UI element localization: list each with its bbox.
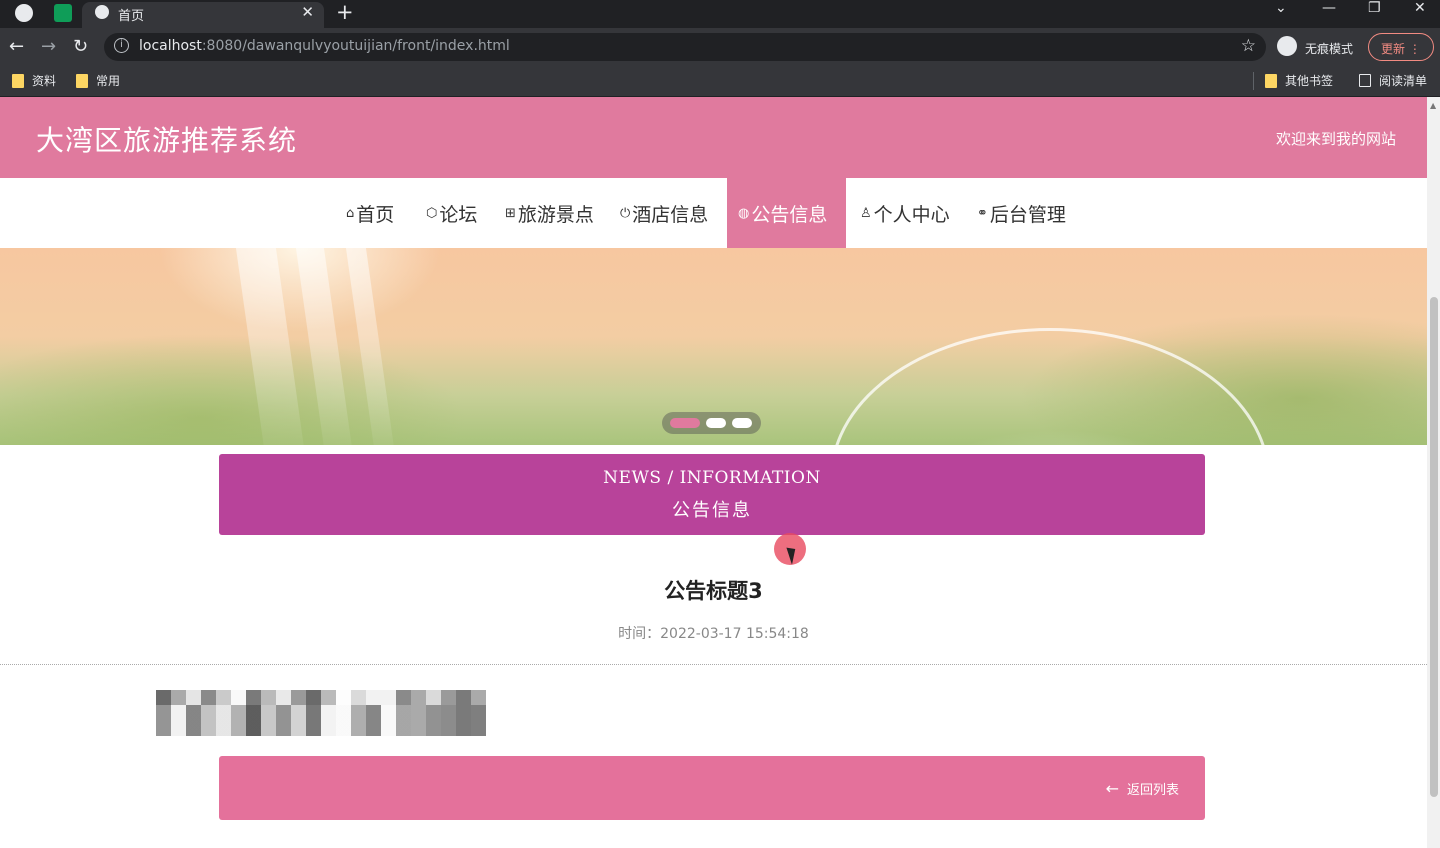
back-arrow-icon[interactable]: ← bbox=[9, 36, 24, 57]
url-text[interactable]: localhost:8080/dawanqulvyoutuijian/front… bbox=[139, 38, 510, 54]
bookmark-folder-changyong[interactable]: 常用 bbox=[76, 72, 120, 89]
nav-item-home[interactable]: ⌂ 首页 bbox=[346, 178, 394, 248]
folder-icon bbox=[1265, 73, 1277, 88]
gift-icon: ⊞ bbox=[505, 206, 516, 221]
reload-icon[interactable]: ↻ bbox=[73, 36, 88, 57]
announcement-time: 时间：2022-03-17 15:54:18 bbox=[618, 626, 809, 642]
browser-tab-active[interactable]: 首页 ✕ bbox=[82, 2, 324, 28]
banner-bubble bbox=[830, 328, 1270, 445]
site-title[interactable]: 大湾区旅游推荐系统 bbox=[36, 119, 297, 159]
tab-search-icon[interactable]: ⌄ bbox=[1275, 0, 1287, 16]
reading-list[interactable]: 阅读清单 bbox=[1359, 72, 1427, 89]
carousel-dot-3[interactable] bbox=[732, 418, 752, 428]
update-button[interactable]: 更新 ⋮ bbox=[1368, 33, 1434, 61]
restore-icon[interactable]: ❐ bbox=[1368, 0, 1381, 16]
home-icon: ⌂ bbox=[346, 206, 355, 221]
incognito-label[interactable]: 无痕模式 bbox=[1305, 40, 1353, 57]
announcement-title: 公告标题3 bbox=[664, 579, 763, 603]
bookmarks-bar: 资料 常用 其他书签 阅读清单 bbox=[0, 66, 1440, 97]
window-close-icon[interactable]: ✕ bbox=[1414, 0, 1426, 16]
browser-toolbar: ← → ↻ i localhost:8080/dawanqulvyoutuiji… bbox=[0, 28, 1440, 66]
incognito-icon[interactable] bbox=[1277, 36, 1297, 56]
nav-item-hotels[interactable]: ⏻ 酒店信息 bbox=[620, 178, 708, 248]
carousel-dot-2[interactable] bbox=[706, 418, 726, 428]
folder-icon bbox=[12, 73, 24, 88]
browser-tabstrip: 首页 ✕ + ⌄ — ❐ ✕ bbox=[0, 0, 1440, 28]
banner-light-ray bbox=[233, 248, 307, 445]
reading-list-icon bbox=[1359, 74, 1371, 87]
power-icon: ⏻ bbox=[620, 206, 631, 221]
carousel-dot-1[interactable] bbox=[670, 418, 700, 428]
tab-title: 首页 bbox=[118, 9, 145, 24]
section-title-cn: 公告信息 bbox=[672, 500, 752, 521]
close-tab-icon[interactable]: ✕ bbox=[301, 3, 314, 21]
welcome-text: 欢迎来到我的网站 bbox=[1275, 130, 1396, 148]
bookmark-folder-ziliao[interactable]: 资料 bbox=[12, 72, 56, 89]
globe-icon[interactable] bbox=[15, 4, 33, 22]
user-icon: ♙ bbox=[860, 206, 872, 221]
folder-icon bbox=[76, 73, 88, 88]
banner-light-ray bbox=[343, 248, 397, 445]
bookmark-star-icon[interactable]: ☆ bbox=[1241, 36, 1256, 56]
minimize-icon[interactable]: — bbox=[1322, 0, 1336, 16]
scroll-up-arrow-icon[interactable]: ▲ bbox=[1430, 101, 1436, 110]
carousel-banner[interactable] bbox=[0, 248, 1427, 445]
nav-item-attractions[interactable]: ⊞ 旅游景点 bbox=[505, 178, 594, 248]
nav-item-profile[interactable]: ♙ 个人中心 bbox=[860, 178, 950, 248]
nav-item-admin[interactable]: ⚭ 后台管理 bbox=[977, 178, 1066, 248]
carousel-indicators bbox=[662, 412, 761, 434]
main-nav: ⌂ 首页 ⬡ 论坛 ⊞ 旅游景点 ⏻ 酒店信息 ◍ 公告信息 ♙ 个人中心 ⚭ 后台管理 bbox=[0, 178, 1427, 248]
cube-icon: ⬡ bbox=[426, 206, 438, 221]
banner-light-ray bbox=[293, 248, 355, 445]
globe-icon bbox=[95, 5, 109, 19]
page-scrollbar[interactable]: ▲ bbox=[1427, 97, 1440, 848]
page-viewport: 大湾区旅游推荐系统 欢迎来到我的网站 ⌂ 首页 ⬡ 论坛 ⊞ 旅游景点 ⏻ 酒店信息 ◍… bbox=[0, 97, 1440, 848]
new-tab-icon[interactable]: + bbox=[336, 0, 354, 24]
link-icon: ⚭ bbox=[977, 206, 988, 221]
nav-item-forum[interactable]: ⬡ 论坛 bbox=[426, 178, 477, 248]
dribbble-icon: ◍ bbox=[738, 206, 750, 221]
content-divider bbox=[0, 664, 1427, 665]
nav-item-announcements[interactable]: ◍ 公告信息 bbox=[727, 178, 846, 248]
section-title-en: NEWS / INFORMATION bbox=[603, 468, 821, 488]
bookmarks-divider bbox=[1253, 72, 1254, 90]
site-info-icon[interactable]: i bbox=[114, 38, 129, 53]
scrollbar-thumb[interactable] bbox=[1430, 297, 1438, 797]
left-arrow-icon: ← bbox=[1105, 779, 1119, 798]
sheets-app-icon[interactable] bbox=[54, 4, 72, 22]
other-bookmarks[interactable]: 其他书签 bbox=[1265, 72, 1333, 89]
detail-footer-bar: ← 返回列表 bbox=[219, 756, 1205, 820]
back-to-list-link[interactable]: ← 返回列表 bbox=[1106, 779, 1179, 798]
site-header: 大湾区旅游推荐系统 欢迎来到我的网站 bbox=[0, 97, 1427, 178]
announcement-content-pixelated bbox=[156, 690, 486, 736]
address-bar[interactable]: i localhost:8080/dawanqulvyoutuijian/fro… bbox=[104, 33, 1266, 61]
section-heading: NEWS / INFORMATION 公告信息 bbox=[219, 454, 1205, 535]
forward-arrow-icon[interactable]: → bbox=[41, 36, 56, 57]
